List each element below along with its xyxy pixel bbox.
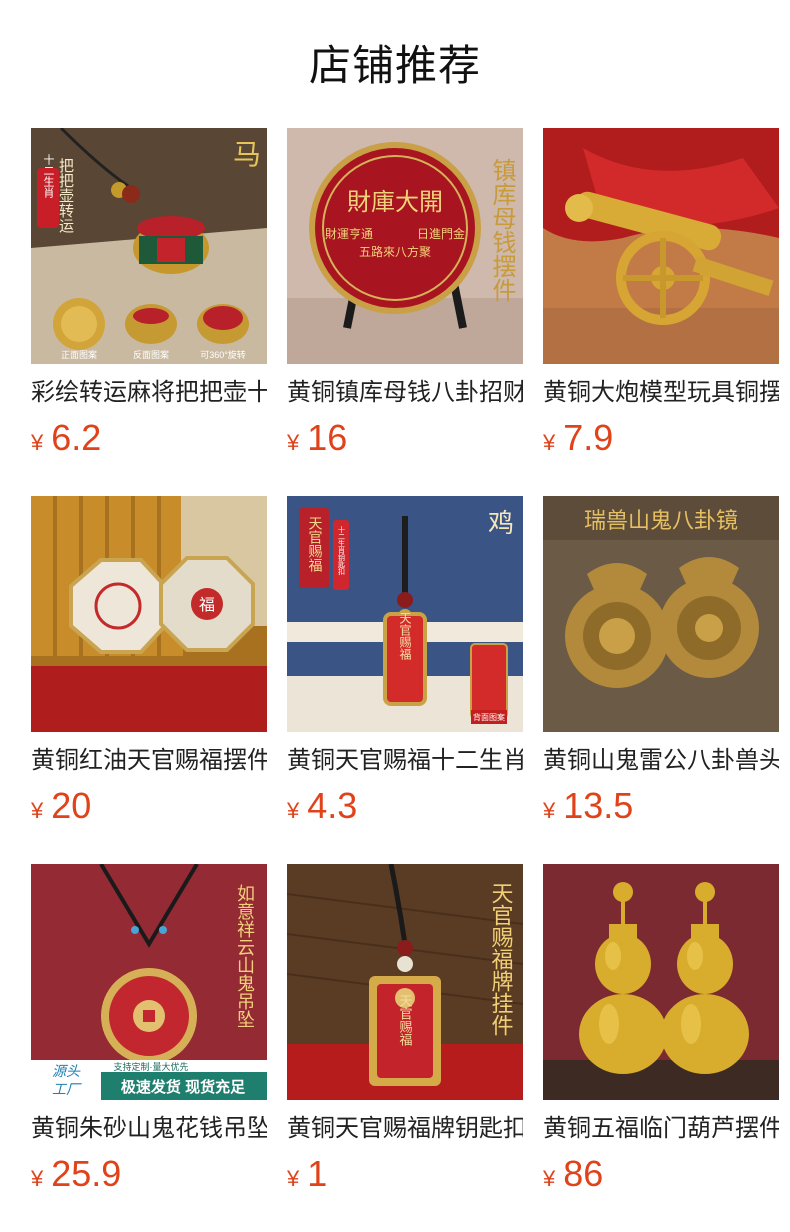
product-price: ¥4.3	[287, 784, 357, 828]
source-bottom-text: 工厂	[52, 1081, 82, 1097]
plate-right-text: 日進門金	[417, 226, 465, 241]
source-top-text: 源头	[52, 1063, 81, 1079]
caption-text: 可360°旋转	[200, 349, 246, 360]
product-image[interactable]: 天官赐福 背面图案 天官赐福 十二生肖钥匙扣 鸡	[287, 496, 523, 732]
price-amount: 16	[307, 417, 348, 458]
price-amount: 25.9	[51, 1153, 122, 1194]
price-amount: 6.2	[51, 417, 102, 458]
product-price: ¥1	[287, 1152, 327, 1196]
currency-symbol: ¥	[31, 1166, 44, 1191]
product-price: ¥16	[287, 416, 347, 460]
product-title[interactable]: 黄铜大炮模型玩具铜摆件	[543, 376, 779, 410]
currency-symbol: ¥	[31, 430, 44, 455]
product-title[interactable]: 黄铜天官赐福十二生肖钥匙扣	[287, 744, 523, 778]
product-title[interactable]: 黄铜红油天官赐福摆件	[31, 744, 267, 778]
banner-text: 瑞兽山鬼八卦镜	[584, 508, 738, 533]
price-amount: 4.3	[307, 785, 358, 826]
product-image[interactable]	[543, 864, 779, 1100]
product-grid: 十二生肖 把把壶转运 马 正面图案 反面图案 可360°旋转 彩绘转运麻将把把壶…	[0, 0, 790, 1232]
currency-symbol: ¥	[31, 798, 44, 823]
plate-center-text: 財庫大開	[347, 189, 443, 216]
product-title[interactable]: 彩绘转运麻将把把壶十二生肖	[31, 376, 267, 410]
currency-symbol: ¥	[543, 1166, 556, 1191]
side-text: 把把壶转运	[57, 158, 74, 234]
product-title[interactable]: 黄铜天官赐福牌钥匙扣挂件	[287, 1112, 523, 1146]
product-price: ¥86	[543, 1152, 603, 1196]
currency-symbol: ¥	[287, 1166, 300, 1191]
pendant-text: 天官赐福	[398, 612, 412, 660]
pendant-text: 天官赐福	[398, 994, 413, 1046]
price-amount: 20	[51, 785, 92, 826]
badge-text: 十二生肖	[42, 153, 55, 198]
product-image[interactable]: 十二生肖 把把壶转运 马 正面图案 反面图案 可360°旋转	[31, 128, 267, 364]
product-image[interactable]: 瑞兽山鬼八卦镜	[543, 496, 779, 732]
product-price: ¥6.2	[31, 416, 101, 460]
side-text: 天官赐福牌挂件	[489, 882, 514, 1036]
product-price: ¥25.9	[31, 1152, 121, 1196]
side-text: 镇库母钱摆件	[488, 158, 516, 302]
product-image[interactable]: 福	[31, 496, 267, 732]
corner-text: 马	[233, 140, 261, 171]
product-price: ¥13.5	[543, 784, 633, 828]
caption-text: 反面图案	[133, 349, 169, 360]
medallion-text: 福	[199, 596, 215, 614]
corner-text: 鸡	[488, 509, 514, 538]
price-amount: 13.5	[563, 785, 634, 826]
promo-top-text: 支持定制·量大优先	[114, 1061, 189, 1072]
product-image[interactable]: 財庫大開 財運亨通 日進門金 五路來八方聚 镇库母钱摆件	[287, 128, 523, 364]
price-amount: 86	[563, 1153, 604, 1194]
product-price: ¥7.9	[543, 416, 613, 460]
price-amount: 7.9	[563, 417, 614, 458]
promo-bottom-text: 极速发货 现货充足	[121, 1078, 246, 1096]
product-image[interactable]: 如意祥云山鬼吊坠 源头 工厂 支持定制·量大优先 极速发货 现货充足	[31, 864, 267, 1100]
currency-symbol: ¥	[543, 798, 556, 823]
product-title[interactable]: 黄铜镇库母钱八卦招财摆件	[287, 376, 523, 410]
product-image[interactable]: 天官赐福 天官赐福牌挂件	[287, 864, 523, 1100]
currency-symbol: ¥	[287, 430, 300, 455]
product-title[interactable]: 黄铜山鬼雷公八卦兽头摆件	[543, 744, 779, 778]
caption-text: 正面图案	[61, 349, 97, 360]
currency-symbol: ¥	[287, 798, 300, 823]
plate-left-text: 財運亨通	[325, 226, 373, 241]
price-amount: 1	[307, 1153, 328, 1194]
currency-symbol: ¥	[543, 430, 556, 455]
product-title[interactable]: 黄铜五福临门葫芦摆件	[543, 1112, 779, 1146]
caption-text: 背面图案	[473, 712, 505, 722]
badge-left-text: 天官赐福	[307, 516, 323, 572]
badge-right-text: 十二生肖钥匙扣	[338, 525, 346, 576]
product-image[interactable]	[543, 128, 779, 364]
product-price: ¥20	[31, 784, 91, 828]
plate-mid-text: 五路來八方聚	[359, 244, 431, 259]
product-title[interactable]: 黄铜朱砂山鬼花钱吊坠	[31, 1112, 267, 1146]
side-text: 如意祥云山鬼吊坠	[235, 884, 255, 1028]
